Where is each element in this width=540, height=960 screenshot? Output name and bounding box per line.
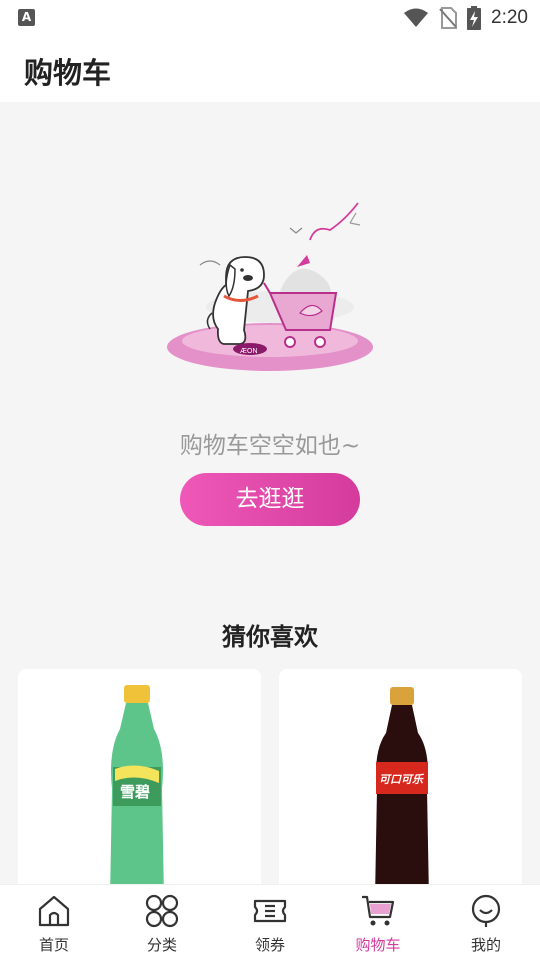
tab-coupon-label: 领券	[254, 936, 285, 954]
wifi-icon	[404, 8, 429, 27]
product-card-coca-cola[interactable]: 可口可乐	[279, 669, 522, 899]
tab-profile-label: 我的	[470, 936, 501, 954]
tab-home-label: 首页	[38, 936, 69, 954]
tab-home[interactable]: 首页	[0, 885, 108, 960]
coca-cola-bottle-image: 可口可乐	[375, 687, 429, 899]
category-icon	[145, 894, 179, 928]
battery-charging-icon	[467, 6, 482, 30]
bottom-tab-bar: 首页 分类 领券 购物车 我的	[0, 884, 540, 960]
product-label-sprite: 雪碧	[120, 783, 150, 801]
app-header: 购物车	[0, 36, 540, 102]
empty-cart-message: 购物车空空如也~	[179, 433, 361, 459]
status-bar: A 2:20	[0, 0, 540, 36]
product-label-coca-cola: 可口可乐	[379, 773, 425, 786]
tab-coupon[interactable]: 领券	[216, 885, 324, 960]
go-shopping-button[interactable]: 去逛逛	[180, 473, 360, 526]
home-icon	[38, 895, 70, 927]
status-time: 2:20	[491, 7, 528, 28]
sprite-bottle-image: 雪碧	[110, 685, 164, 899]
tab-profile[interactable]: 我的	[432, 885, 540, 960]
aeon-brand-text: ÆON	[240, 348, 258, 355]
page-title: 购物车	[24, 56, 112, 90]
cart-icon	[362, 895, 395, 926]
notification-a-icon: A	[18, 9, 35, 26]
tab-category-label: 分类	[146, 936, 177, 954]
coupon-icon	[253, 899, 287, 923]
tab-cart-label: 购物车	[355, 936, 401, 954]
no-sim-icon	[439, 7, 458, 29]
recommendations-title: 猜你喜欢	[222, 623, 318, 651]
profile-icon	[471, 894, 501, 927]
tab-cart[interactable]: 购物车	[324, 885, 432, 960]
tab-category[interactable]: 分类	[108, 885, 216, 960]
product-card-sprite[interactable]: 雪碧	[18, 669, 261, 899]
empty-cart-illustration: ÆON	[167, 202, 373, 371]
status-icons: 2:20	[403, 6, 528, 30]
